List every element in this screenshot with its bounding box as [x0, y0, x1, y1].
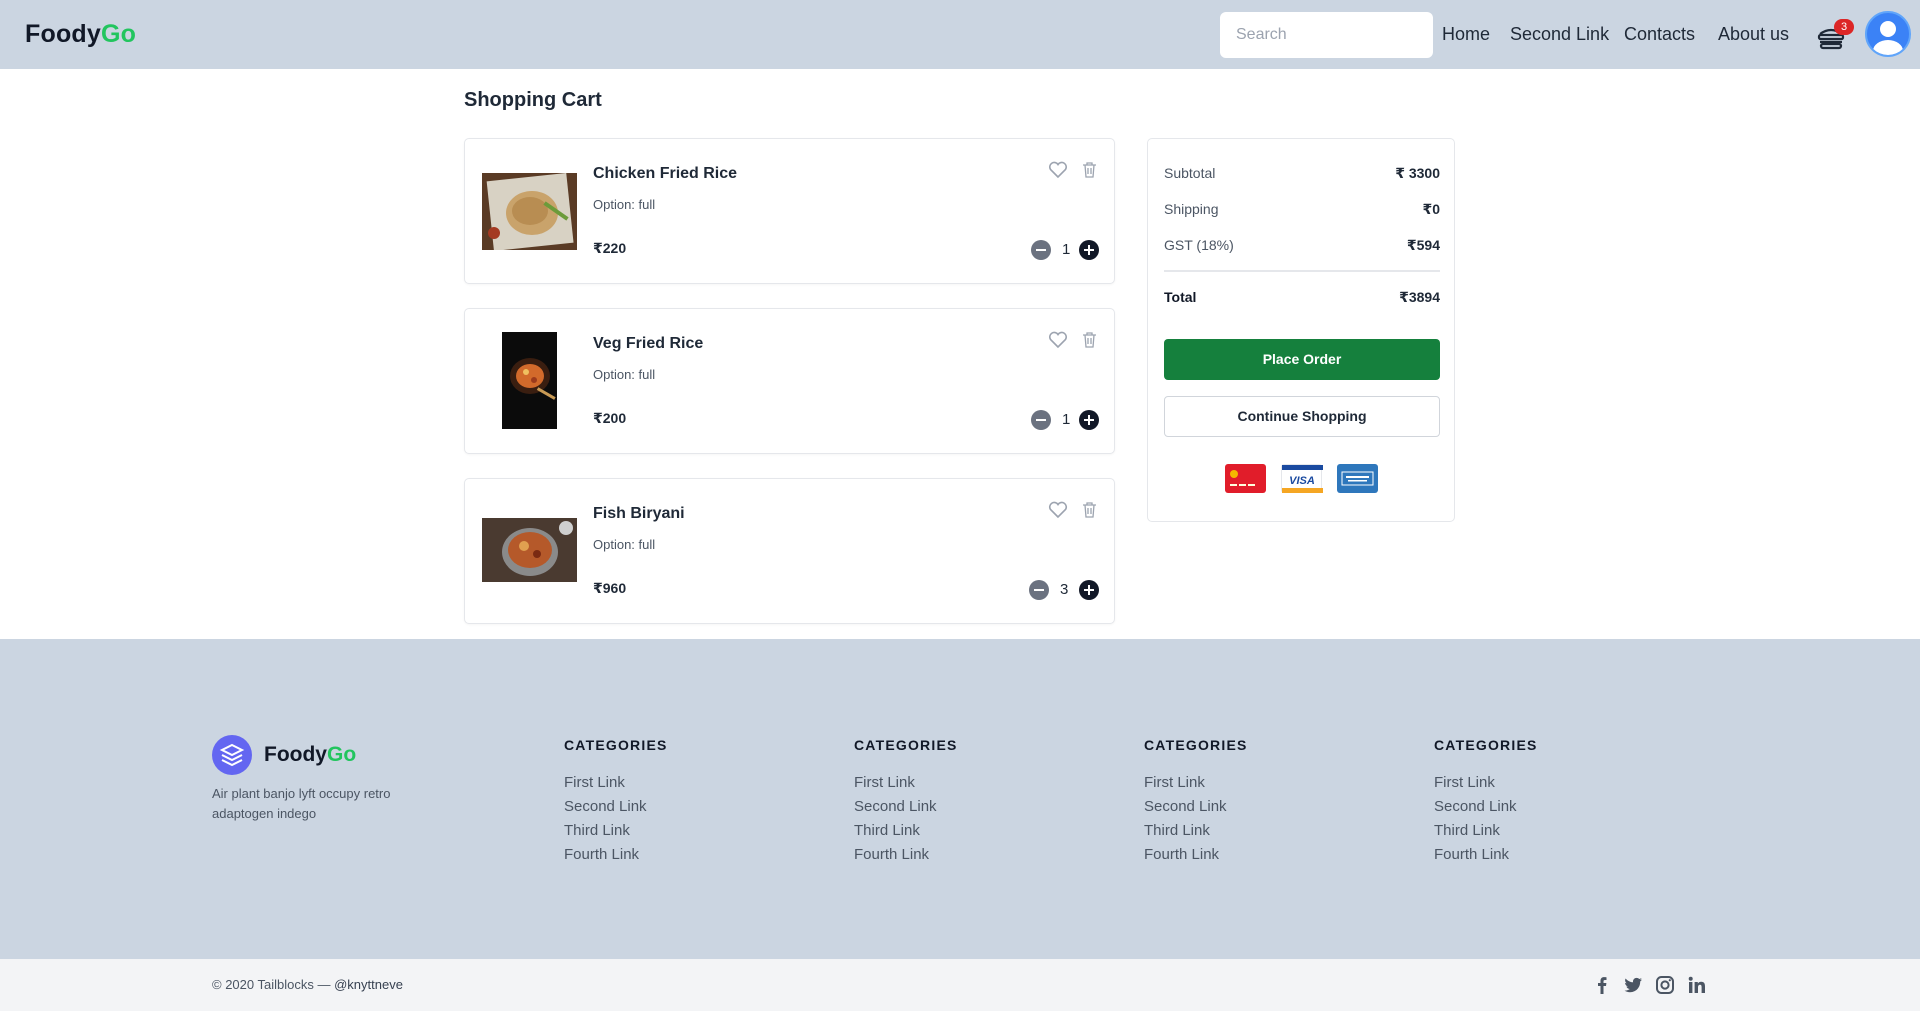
footer-column: CATEGORIES First Link Second Link Third …: [854, 737, 958, 867]
wishlist-heart-icon[interactable]: [1048, 331, 1068, 349]
brand-logo[interactable]: FoodyGo: [25, 20, 136, 49]
food-image: [482, 173, 577, 250]
total-label: Total: [1164, 289, 1197, 305]
facebook-icon[interactable]: [1592, 975, 1612, 995]
continue-shopping-button[interactable]: Continue Shopping: [1164, 396, 1440, 437]
top-navbar: FoodyGo Home Second Link Contacts About …: [0, 0, 1920, 69]
footer-column-heading: CATEGORIES: [564, 737, 668, 753]
nav-contacts[interactable]: Contacts: [1624, 24, 1695, 45]
increase-qty-button[interactable]: [1079, 410, 1099, 430]
footer-link[interactable]: Second Link: [854, 795, 958, 819]
brand-accent: Go: [101, 20, 137, 48]
footer-logo-icon: [212, 735, 252, 775]
search-input[interactable]: [1220, 12, 1433, 58]
item-name: Chicken Fried Rice: [593, 165, 738, 182]
footer-link[interactable]: Second Link: [1144, 795, 1248, 819]
gst-label: GST (18%): [1164, 237, 1234, 253]
cart-item: Chicken Fried Rice Option: full ₹220 1: [464, 138, 1115, 284]
item-price: ₹960: [593, 580, 627, 596]
food-image: [502, 332, 557, 429]
footer-column: CATEGORIES First Link Second Link Third …: [1144, 737, 1248, 867]
nav-about-us[interactable]: About us: [1718, 24, 1789, 45]
copyright-bar: © 2020 Tailblocks — @knyttneve: [0, 959, 1920, 1011]
item-option: Option: full: [593, 537, 656, 552]
footer-brand-accent: Go: [327, 743, 357, 766]
cart-item: Fish Biryani Option: full ₹960 3: [464, 478, 1115, 624]
instagram-icon[interactable]: [1655, 975, 1675, 995]
footer-column-heading: CATEGORIES: [1144, 737, 1248, 753]
trash-icon[interactable]: [1082, 331, 1097, 348]
wishlist-heart-icon[interactable]: [1048, 501, 1068, 519]
linkedin-icon[interactable]: [1687, 975, 1707, 995]
item-option: Option: full: [593, 367, 656, 382]
item-name: Fish Biryani: [593, 505, 685, 522]
footer-link[interactable]: Second Link: [1434, 795, 1538, 819]
footer-link[interactable]: Third Link: [564, 819, 668, 843]
decrease-qty-button[interactable]: [1029, 580, 1049, 600]
footer-link[interactable]: First Link: [1434, 771, 1538, 795]
summary-divider: [1164, 270, 1440, 272]
copyright-text: © 2020 Tailblocks — @knyttneve: [212, 977, 403, 992]
food-image: [482, 518, 577, 582]
subtotal-value: ₹ 3300: [1395, 165, 1440, 181]
nav-second-link[interactable]: Second Link: [1510, 24, 1609, 45]
footer-link[interactable]: Third Link: [854, 819, 958, 843]
author-handle-link[interactable]: @knyttneve: [334, 977, 403, 992]
shipping-value: ₹0: [1422, 201, 1440, 217]
footer-column-heading: CATEGORIES: [854, 737, 958, 753]
footer-link[interactable]: Fourth Link: [1434, 843, 1538, 867]
item-option: Option: full: [593, 197, 656, 212]
svg-text:VISA: VISA: [1289, 475, 1315, 487]
trash-icon[interactable]: [1082, 501, 1097, 518]
cart-item: Veg Fried Rice Option: full ₹200 1: [464, 308, 1115, 454]
footer-link[interactable]: Fourth Link: [854, 843, 958, 867]
total-value: ₹3894: [1399, 289, 1440, 305]
nav-home[interactable]: Home: [1442, 24, 1490, 45]
increase-qty-button[interactable]: [1079, 240, 1099, 260]
copyright-label: © 2020 Tailblocks —: [212, 977, 331, 992]
item-price: ₹220: [593, 240, 627, 256]
footer-link[interactable]: Second Link: [564, 795, 668, 819]
brand-main: Foody: [25, 20, 101, 48]
footer-link[interactable]: Fourth Link: [1144, 843, 1248, 867]
page-title: Shopping Cart: [464, 89, 602, 111]
credit-card-icon: [1225, 464, 1266, 493]
footer-link[interactable]: First Link: [854, 771, 958, 795]
amex-icon: [1337, 464, 1378, 493]
subtotal-label: Subtotal: [1164, 165, 1216, 181]
trash-icon[interactable]: [1082, 161, 1097, 178]
cart-count-badge: 3: [1834, 19, 1854, 35]
footer-link[interactable]: First Link: [564, 771, 668, 795]
footer: FoodyGo Air plant banjo lyft occupy retr…: [0, 639, 1920, 959]
item-price: ₹200: [593, 410, 627, 426]
increase-qty-button[interactable]: [1079, 580, 1099, 600]
footer-description: Air plant banjo lyft occupy retro adapto…: [212, 786, 391, 821]
footer-column: CATEGORIES First Link Second Link Third …: [1434, 737, 1538, 867]
wishlist-heart-icon[interactable]: [1048, 161, 1068, 179]
order-summary: Subtotal ₹ 3300 Shipping ₹0 GST (18%) ₹5…: [1147, 138, 1455, 522]
user-avatar[interactable]: [1865, 11, 1911, 57]
footer-brand[interactable]: FoodyGo: [264, 743, 356, 767]
place-order-button[interactable]: Place Order: [1164, 339, 1440, 380]
footer-link[interactable]: First Link: [1144, 771, 1248, 795]
shipping-label: Shipping: [1164, 201, 1219, 217]
gst-value: ₹594: [1406, 237, 1440, 253]
twitter-icon[interactable]: [1623, 975, 1643, 995]
decrease-qty-button[interactable]: [1031, 240, 1051, 260]
item-quantity: 1: [1062, 411, 1071, 428]
item-name: Veg Fried Rice: [593, 335, 704, 352]
footer-link[interactable]: Fourth Link: [564, 843, 668, 867]
footer-link[interactable]: Third Link: [1434, 819, 1538, 843]
item-quantity: 1: [1062, 241, 1071, 258]
footer-column: CATEGORIES First Link Second Link Third …: [564, 737, 668, 867]
footer-link[interactable]: Third Link: [1144, 819, 1248, 843]
item-quantity: 3: [1060, 581, 1069, 598]
visa-icon: VISA: [1281, 464, 1323, 493]
footer-brand-main: Foody: [264, 743, 327, 766]
footer-column-heading: CATEGORIES: [1434, 737, 1538, 753]
decrease-qty-button[interactable]: [1031, 410, 1051, 430]
